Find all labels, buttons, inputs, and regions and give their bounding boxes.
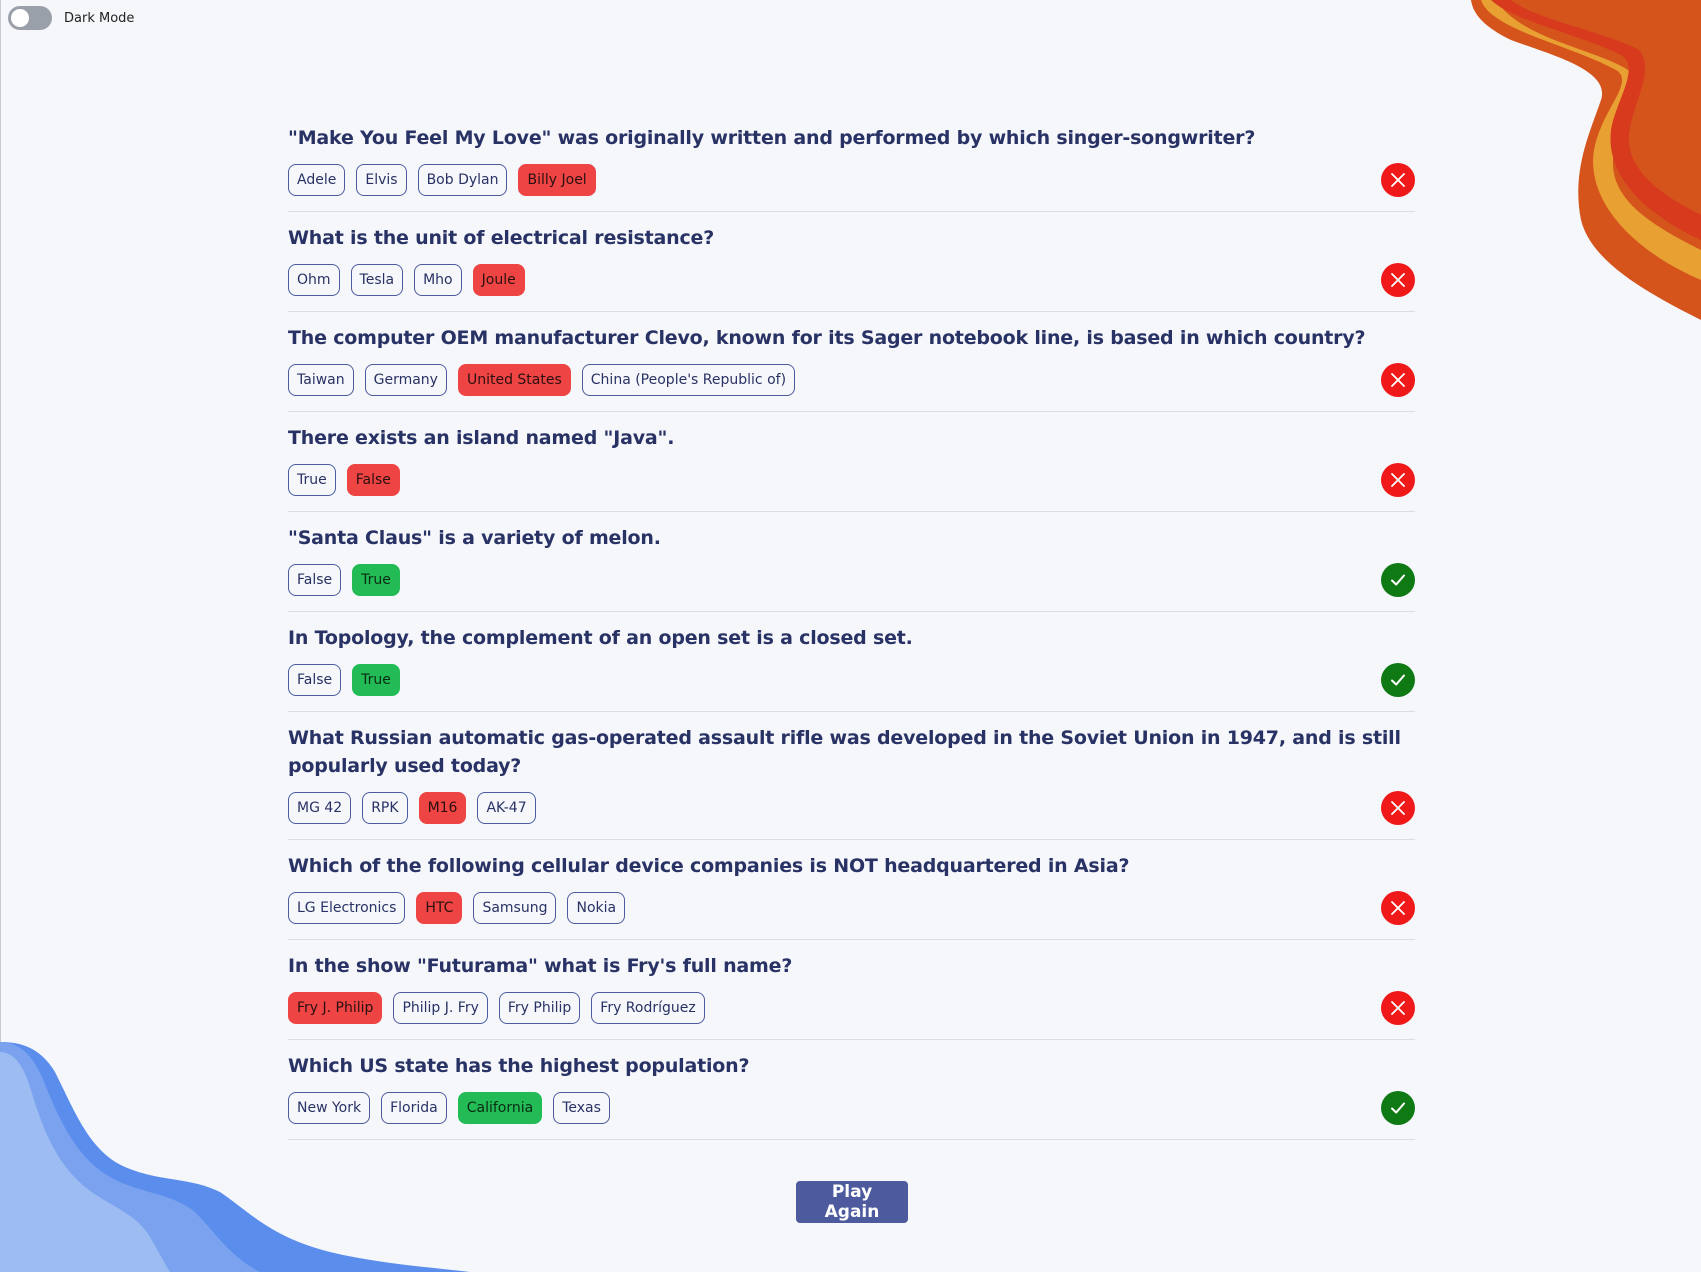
answer-option[interactable]: Tesla bbox=[350, 264, 404, 296]
x-icon bbox=[1381, 163, 1415, 197]
answer-option[interactable]: Samsung bbox=[473, 892, 557, 924]
answer-option[interactable]: AK-47 bbox=[477, 792, 536, 824]
answers-row: True False bbox=[288, 463, 1415, 497]
answer-option[interactable]: M16 bbox=[418, 792, 467, 824]
answer-option[interactable]: United States bbox=[457, 364, 571, 396]
check-icon bbox=[1381, 1091, 1415, 1125]
answers-row: Adele Elvis Bob Dylan Billy Joel bbox=[288, 163, 1415, 197]
answer-option[interactable]: True bbox=[288, 464, 336, 496]
orange-wave-decoration bbox=[1471, 0, 1701, 320]
toggle-knob bbox=[11, 9, 29, 27]
question-item: What Russian automatic gas-operated assa… bbox=[288, 724, 1415, 840]
answer-option[interactable]: Fry Rodríguez bbox=[591, 992, 705, 1024]
answer-option[interactable]: Philip J. Fry bbox=[393, 992, 488, 1024]
answer-options: Ohm Tesla Mho Joule bbox=[288, 264, 525, 296]
answer-option[interactable]: Billy Joel bbox=[518, 164, 596, 196]
question-item: In Topology, the complement of an open s… bbox=[288, 624, 1415, 712]
play-again-button[interactable]: Play Again bbox=[796, 1181, 908, 1223]
answer-option[interactable]: New York bbox=[288, 1092, 371, 1124]
answer-option[interactable]: China (People's Republic of) bbox=[581, 364, 796, 396]
answer-option[interactable]: LG Electronics bbox=[288, 892, 406, 924]
answer-option[interactable]: False bbox=[288, 664, 342, 696]
answer-option[interactable]: True bbox=[352, 564, 400, 596]
question-text: There exists an island named "Java". bbox=[288, 427, 675, 449]
answer-options: True False bbox=[288, 464, 400, 496]
x-icon bbox=[1381, 891, 1415, 925]
question-text: "Santa Claus" is a variety of melon. bbox=[288, 527, 661, 549]
answer-options: LG Electronics HTC Samsung Nokia bbox=[288, 892, 626, 924]
dark-mode-toggle[interactable] bbox=[8, 6, 52, 30]
answer-option[interactable]: True bbox=[352, 664, 400, 696]
x-icon bbox=[1381, 463, 1415, 497]
answer-option[interactable]: Adele bbox=[288, 164, 346, 196]
answers-row: False True bbox=[288, 563, 1415, 597]
answers-row: False True bbox=[288, 663, 1415, 697]
question-text: In Topology, the complement of an open s… bbox=[288, 627, 913, 649]
question-text: What Russian automatic gas-operated assa… bbox=[288, 727, 1401, 777]
answer-option[interactable]: False bbox=[346, 464, 400, 496]
question-item: In the show "Futurama" what is Fry's ful… bbox=[288, 952, 1415, 1040]
check-icon bbox=[1381, 663, 1415, 697]
answer-option[interactable]: Ohm bbox=[288, 264, 340, 296]
question-item: "Santa Claus" is a variety of melon. Fals… bbox=[288, 524, 1415, 612]
answer-option[interactable]: Germany bbox=[364, 364, 447, 396]
question-text: What is the unit of electrical resistanc… bbox=[288, 227, 715, 249]
answer-option[interactable]: Texas bbox=[553, 1092, 610, 1124]
check-icon bbox=[1381, 563, 1415, 597]
question-item: What is the unit of electrical resistanc… bbox=[288, 224, 1415, 312]
question-text: The computer OEM manufacturer Clevo, kno… bbox=[288, 327, 1366, 349]
answers-row: New York Florida California Texas bbox=[288, 1091, 1415, 1125]
question-text: Which US state has the highest populatio… bbox=[288, 1055, 750, 1077]
dark-mode-label: Dark Mode bbox=[64, 10, 135, 26]
question-text: Which of the following cellular device c… bbox=[288, 855, 1130, 877]
x-icon bbox=[1381, 263, 1415, 297]
answer-option[interactable]: MG 42 bbox=[288, 792, 352, 824]
answers-row: Fry J. Philip Philip J. Fry Fry Philip Fry … bbox=[288, 991, 1415, 1025]
answer-option[interactable]: Bob Dylan bbox=[417, 164, 508, 196]
answer-option[interactable]: False bbox=[288, 564, 342, 596]
answer-option[interactable]: Fry Philip bbox=[498, 992, 581, 1024]
x-icon bbox=[1381, 791, 1415, 825]
answer-options: Taiwan Germany United States China (People'… bbox=[288, 364, 796, 396]
answer-option[interactable]: Mho bbox=[414, 264, 462, 296]
answer-option[interactable]: RPK bbox=[362, 792, 408, 824]
left-edge-line bbox=[0, 0, 1, 1272]
answer-option[interactable]: Taiwan bbox=[288, 364, 354, 396]
answer-option[interactable]: Joule bbox=[472, 264, 525, 296]
question-item: Which of the following cellular device c… bbox=[288, 852, 1415, 940]
quiz-results-list: "Make You Feel My Love" was originally w… bbox=[288, 124, 1415, 1152]
question-text: In the show "Futurama" what is Fry's ful… bbox=[288, 955, 793, 977]
question-item: There exists an island named "Java". True… bbox=[288, 424, 1415, 512]
x-icon bbox=[1381, 991, 1415, 1025]
x-icon bbox=[1381, 363, 1415, 397]
answers-row: Taiwan Germany United States China (People'… bbox=[288, 363, 1415, 397]
answers-row: MG 42 RPK M16 AK-47 bbox=[288, 791, 1415, 825]
dark-mode-control: Dark Mode bbox=[8, 6, 134, 30]
answer-option[interactable]: Elvis bbox=[356, 164, 407, 196]
question-item: The computer OEM manufacturer Clevo, kno… bbox=[288, 324, 1415, 412]
answer-options: MG 42 RPK M16 AK-47 bbox=[288, 792, 536, 824]
answer-option[interactable]: Fry J. Philip bbox=[288, 992, 383, 1024]
question-item: Which US state has the highest populatio… bbox=[288, 1052, 1415, 1140]
question-item: "Make You Feel My Love" was originally w… bbox=[288, 124, 1415, 212]
answer-options: Fry J. Philip Philip J. Fry Fry Philip Fry … bbox=[288, 992, 705, 1024]
answer-option[interactable]: HTC bbox=[416, 892, 463, 924]
answer-option[interactable]: Nokia bbox=[567, 892, 626, 924]
answer-options: False True bbox=[288, 664, 400, 696]
answer-options: New York Florida California Texas bbox=[288, 1092, 610, 1124]
answers-row: Ohm Tesla Mho Joule bbox=[288, 263, 1415, 297]
question-text: "Make You Feel My Love" was originally w… bbox=[288, 127, 1256, 149]
answer-options: Adele Elvis Bob Dylan Billy Joel bbox=[288, 164, 596, 196]
answer-option[interactable]: California bbox=[457, 1092, 543, 1124]
answer-option[interactable]: Florida bbox=[381, 1092, 447, 1124]
answer-options: False True bbox=[288, 564, 400, 596]
answers-row: LG Electronics HTC Samsung Nokia bbox=[288, 891, 1415, 925]
